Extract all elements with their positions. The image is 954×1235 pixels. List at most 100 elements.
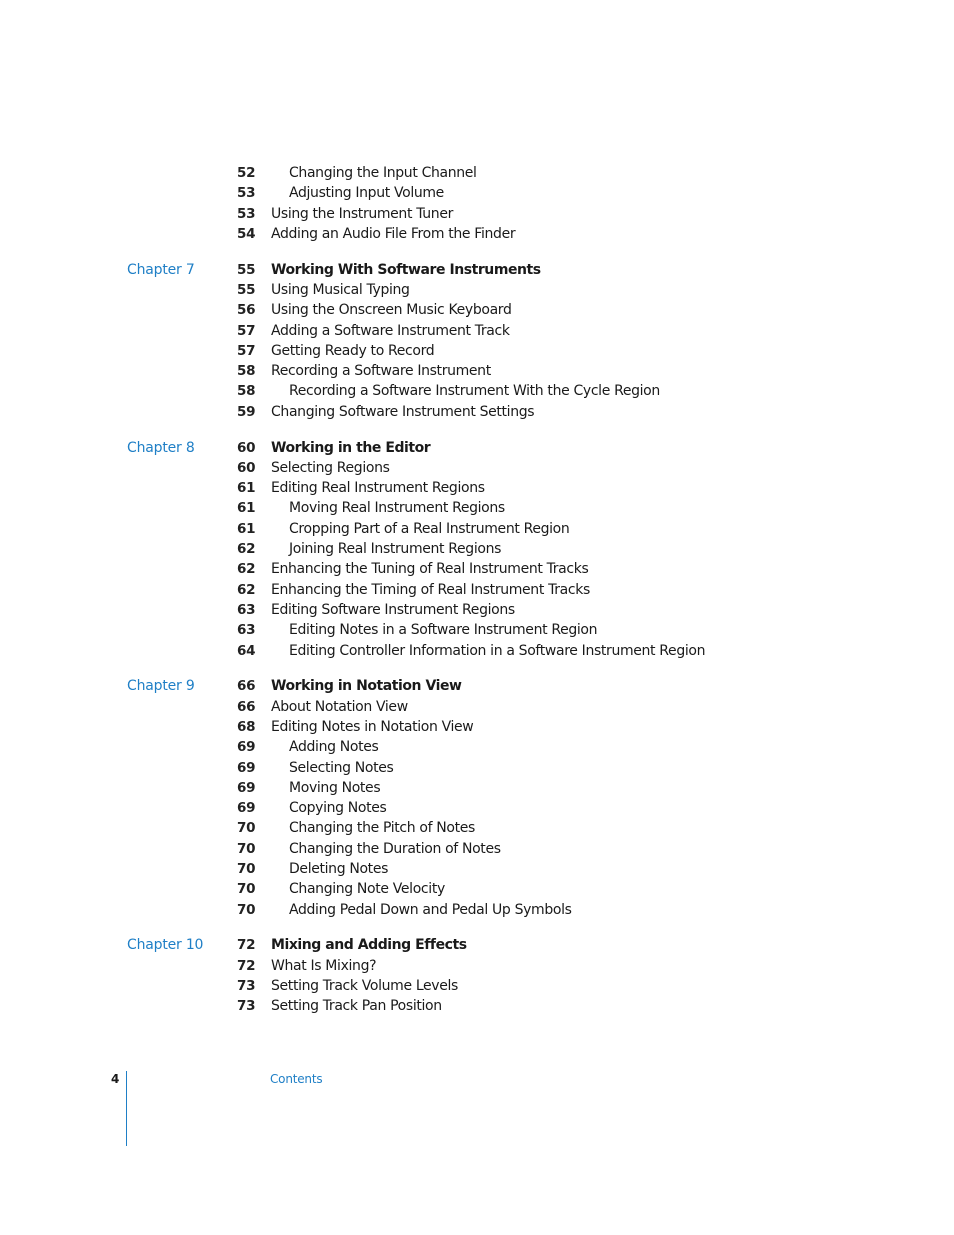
toc-entry-title[interactable]: Moving Real Instrument Regions xyxy=(289,498,505,518)
toc-entry-title[interactable]: Editing Software Instrument Regions xyxy=(271,600,515,620)
toc-entry-title[interactable]: Copying Notes xyxy=(289,798,387,818)
toc-entry-title[interactable]: Adjusting Input Volume xyxy=(289,183,444,203)
toc-entry[interactable]: 66 About Notation View xyxy=(0,697,954,717)
toc-entry-title[interactable]: Moving Notes xyxy=(289,778,381,798)
toc-entry-title[interactable]: Using the Onscreen Music Keyboard xyxy=(271,300,512,320)
toc-entry[interactable]: 57 Adding a Software Instrument Track xyxy=(0,321,954,341)
toc-entry[interactable]: 58 Recording a Software Instrument xyxy=(0,361,954,381)
toc-entry[interactable]: 68 Editing Notes in Notation View xyxy=(0,717,954,737)
table-of-contents: 52 Changing the Input Channel 53 Adjusting … xyxy=(0,163,954,1017)
toc-entry[interactable]: 57 Getting Ready to Record xyxy=(0,341,954,361)
toc-entry[interactable]: 70 Deleting Notes xyxy=(0,859,954,879)
toc-entry-title[interactable]: Getting Ready to Record xyxy=(271,341,435,361)
toc-chapter-heading[interactable]: 60 Working in the Editor xyxy=(0,438,954,458)
toc-entry[interactable]: 60 Selecting Regions xyxy=(0,458,954,478)
toc-entry-title[interactable]: Working With Software Instruments xyxy=(271,260,541,280)
toc-entry[interactable]: 54 Adding an Audio File From the Finder xyxy=(0,224,954,244)
toc-entry[interactable]: 62 Enhancing the Timing of Real Instrumen… xyxy=(0,580,954,600)
toc-chapter-heading[interactable]: 72 Mixing and Adding Effects xyxy=(0,935,954,955)
toc-entry[interactable]: 70 Changing the Pitch of Notes xyxy=(0,818,954,838)
toc-entry-title[interactable]: Selecting Notes xyxy=(289,758,394,778)
toc-entry[interactable]: 56 Using the Onscreen Music Keyboard xyxy=(0,300,954,320)
toc-entry-title[interactable]: Recording a Software Instrument With the… xyxy=(289,381,660,401)
toc-page-number: 59 xyxy=(237,403,256,420)
toc-page-number: 56 xyxy=(237,302,256,319)
toc-page-number: 70 xyxy=(237,901,256,918)
toc-page-number: 61 xyxy=(237,500,256,517)
toc-entry-title[interactable]: Changing the Pitch of Notes xyxy=(289,818,475,838)
toc-entry[interactable]: 58 Recording a Software Instrument With t… xyxy=(0,381,954,401)
toc-entry[interactable]: 73 Setting Track Pan Position xyxy=(0,996,954,1016)
toc-chapter-heading[interactable]: 66 Working in Notation View xyxy=(0,676,954,696)
toc-page-number: 73 xyxy=(237,977,256,994)
toc-entry-title[interactable]: Enhancing the Tuning of Real Instrument … xyxy=(271,559,589,579)
toc-entry-title[interactable]: Enhancing the Timing of Real Instrument … xyxy=(271,580,590,600)
toc-entry-title[interactable]: Setting Track Volume Levels xyxy=(271,976,458,996)
toc-entry-title[interactable]: Adding Notes xyxy=(289,737,379,757)
toc-entry[interactable]: 53 Using the Instrument Tuner xyxy=(0,204,954,224)
toc-entry[interactable]: 62 Joining Real Instrument Regions xyxy=(0,539,954,559)
toc-entry-title[interactable]: Adding a Software Instrument Track xyxy=(271,321,510,341)
toc-entry[interactable]: 72 What Is Mixing? xyxy=(0,956,954,976)
toc-page-number: 55 xyxy=(237,281,256,298)
toc-page-number: 70 xyxy=(237,881,256,898)
toc-entry-title[interactable]: Editing Notes in Notation View xyxy=(271,717,474,737)
toc-entry[interactable]: 55 Using Musical Typing xyxy=(0,280,954,300)
toc-page-number: 64 xyxy=(237,642,256,659)
toc-entry-title[interactable]: Editing Controller Information in a Soft… xyxy=(289,641,705,661)
toc-entry[interactable]: 61 Editing Real Instrument Regions xyxy=(0,478,954,498)
toc-entry-title[interactable]: Cropping Part of a Real Instrument Regio… xyxy=(289,519,570,539)
toc-entry[interactable]: 63 Editing Notes in a Software Instrument… xyxy=(0,620,954,640)
toc-entry[interactable]: 53 Adjusting Input Volume xyxy=(0,183,954,203)
toc-entry-title[interactable]: Changing Note Velocity xyxy=(289,879,445,899)
toc-page-number: 69 xyxy=(237,739,256,756)
toc-entry-title[interactable]: What Is Mixing? xyxy=(271,956,377,976)
toc-entry-title[interactable]: Deleting Notes xyxy=(289,859,388,879)
toc-entry[interactable]: 69 Copying Notes xyxy=(0,798,954,818)
toc-entry[interactable]: 70 Changing the Duration of Notes xyxy=(0,839,954,859)
toc-page-number: 54 xyxy=(237,225,256,242)
toc-page-number: 62 xyxy=(237,561,256,578)
toc-page-number: 63 xyxy=(237,622,256,639)
toc-entry-title[interactable]: Editing Real Instrument Regions xyxy=(271,478,485,498)
toc-entry-title[interactable]: Mixing and Adding Effects xyxy=(271,935,467,955)
toc-entry[interactable]: 62 Enhancing the Tuning of Real Instrumen… xyxy=(0,559,954,579)
toc-entry[interactable]: 69 Adding Notes xyxy=(0,737,954,757)
toc-page-number: 55 xyxy=(237,261,256,278)
toc-entry-title[interactable]: Adding Pedal Down and Pedal Up Symbols xyxy=(289,900,572,920)
toc-entry[interactable]: 59 Changing Software Instrument Settings xyxy=(0,402,954,422)
toc-entry[interactable]: 70 Adding Pedal Down and Pedal Up Symbols xyxy=(0,900,954,920)
toc-entry-title[interactable]: Working in Notation View xyxy=(271,676,462,696)
toc-section: Chapter 8 60 Working in the Editor 60 Select… xyxy=(0,438,954,661)
toc-entry-title[interactable]: Changing the Duration of Notes xyxy=(289,839,501,859)
toc-entry[interactable]: 52 Changing the Input Channel xyxy=(0,163,954,183)
toc-entry[interactable]: 69 Selecting Notes xyxy=(0,758,954,778)
toc-entry-title[interactable]: Changing the Input Channel xyxy=(289,163,477,183)
toc-page-number: 57 xyxy=(237,322,256,339)
toc-entry-title[interactable]: Recording a Software Instrument xyxy=(271,361,491,381)
toc-chapter-heading[interactable]: 55 Working With Software Instruments xyxy=(0,260,954,280)
toc-entry-title[interactable]: Using the Instrument Tuner xyxy=(271,204,453,224)
toc-entry-title[interactable]: Setting Track Pan Position xyxy=(271,996,442,1016)
toc-entry[interactable]: 70 Changing Note Velocity xyxy=(0,879,954,899)
footer-divider xyxy=(126,1071,128,1146)
toc-entry-title[interactable]: Using Musical Typing xyxy=(271,280,410,300)
toc-entry-title[interactable]: Selecting Regions xyxy=(271,458,390,478)
toc-entry[interactable]: 61 Moving Real Instrument Regions xyxy=(0,498,954,518)
toc-entry-title[interactable]: Working in the Editor xyxy=(271,438,431,458)
toc-entry-title[interactable]: Adding an Audio File From the Finder xyxy=(271,224,516,244)
toc-page-number: 53 xyxy=(237,185,256,202)
toc-entry-title[interactable]: Joining Real Instrument Regions xyxy=(289,539,501,559)
toc-entry-title[interactable]: Editing Notes in a Software Instrument R… xyxy=(289,620,598,640)
toc-entry[interactable]: 73 Setting Track Volume Levels xyxy=(0,976,954,996)
toc-entry[interactable]: 64 Editing Controller Information in a So… xyxy=(0,641,954,661)
toc-entry[interactable]: 61 Cropping Part of a Real Instrument Reg… xyxy=(0,519,954,539)
toc-entry[interactable]: 63 Editing Software Instrument Regions xyxy=(0,600,954,620)
toc-entry-title[interactable]: Changing Software Instrument Settings xyxy=(271,402,535,422)
toc-entry-title[interactable]: About Notation View xyxy=(271,697,408,717)
toc-page-number: 69 xyxy=(237,779,256,796)
toc-entry[interactable]: 69 Moving Notes xyxy=(0,778,954,798)
toc-page-number: 72 xyxy=(237,957,256,974)
